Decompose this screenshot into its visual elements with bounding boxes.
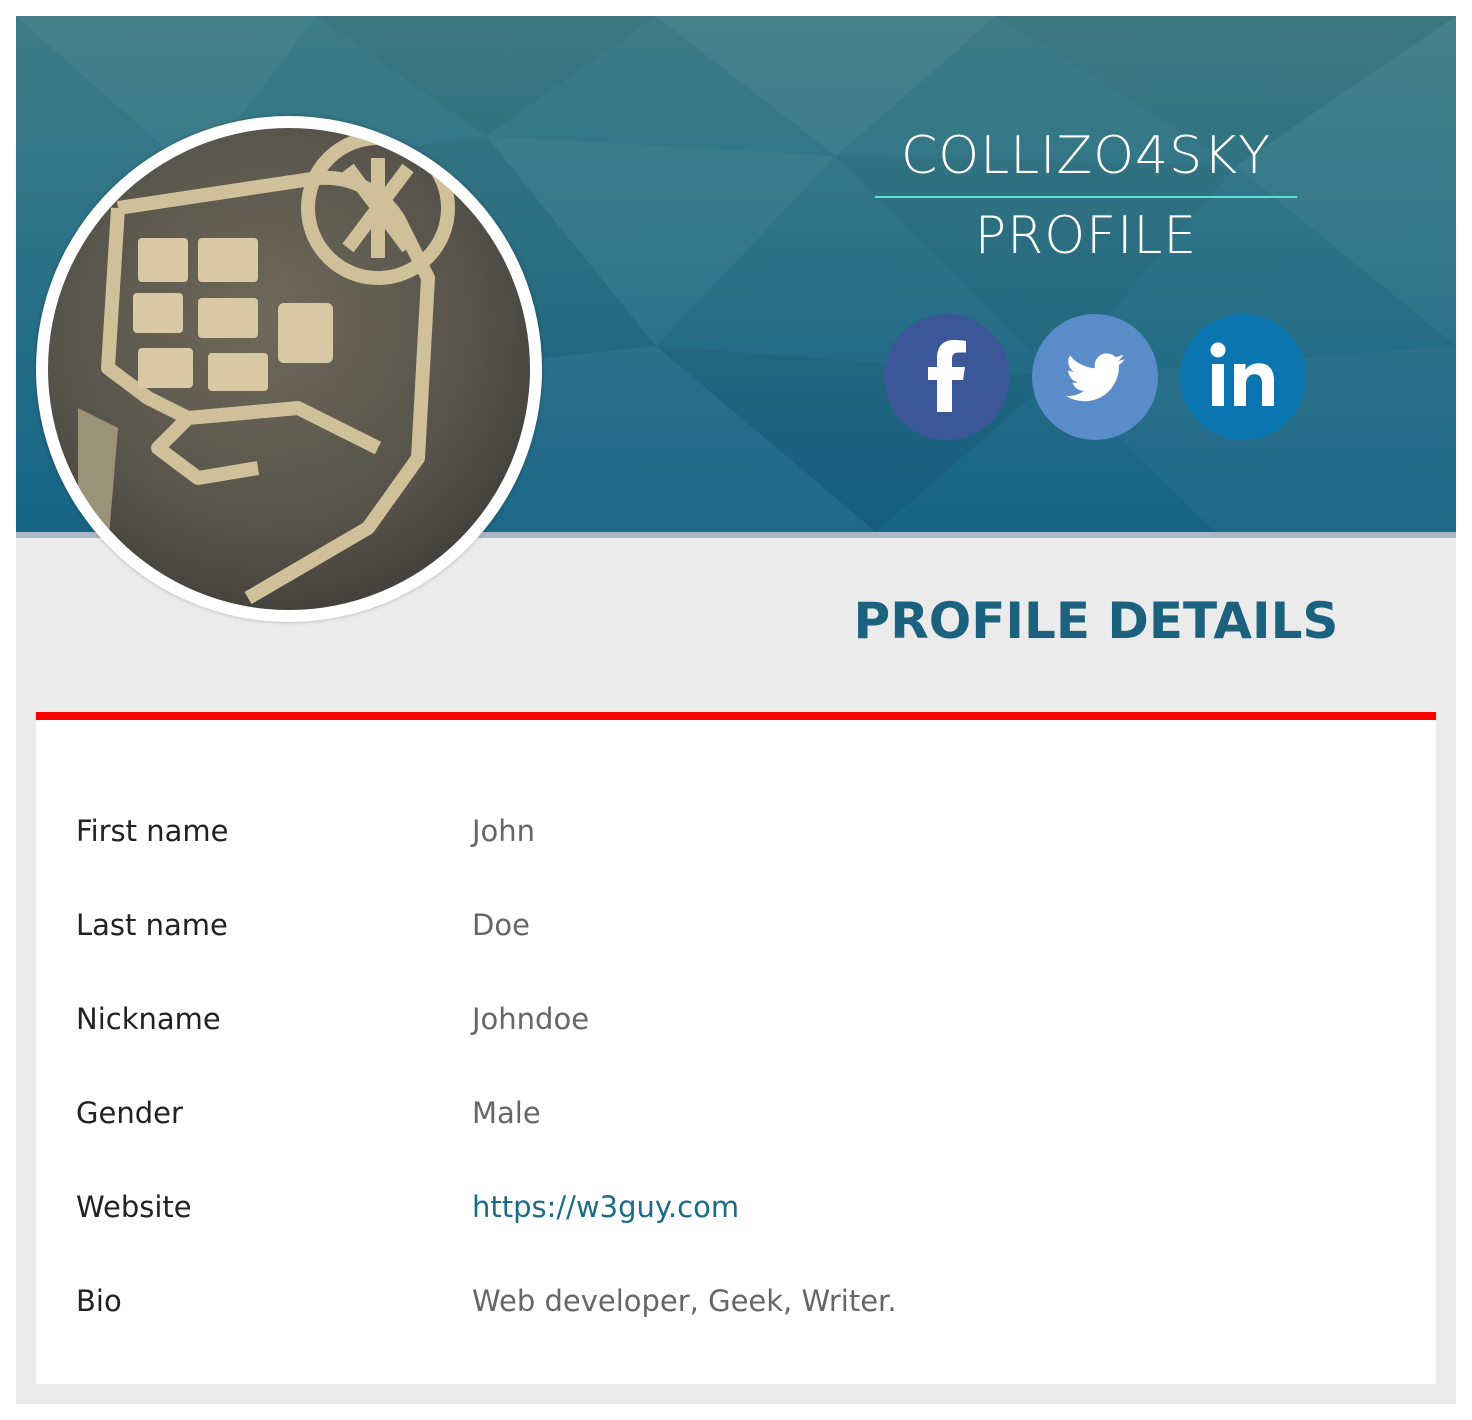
detail-row-bio: Bio Web developer, Geek, Writer. — [76, 1284, 1376, 1334]
linkedin-icon — [1210, 342, 1274, 406]
detail-value: John — [472, 814, 536, 848]
detail-value: Male — [472, 1096, 541, 1130]
profile-details-panel: First name John Last name Doe Nickname J… — [36, 712, 1436, 1384]
title-divider — [875, 196, 1297, 198]
detail-label: First name — [76, 814, 229, 848]
detail-label: Bio — [76, 1284, 122, 1318]
detail-row-last-name: Last name Doe — [76, 908, 1376, 958]
profile-photo — [48, 128, 530, 610]
twitter-icon — [1065, 353, 1125, 402]
profile-title-username: COLLIZO4SKY — [900, 126, 1272, 186]
facebook-icon — [928, 340, 966, 412]
profile-title: COLLIZO4SKY PROFILE — [856, 124, 1316, 268]
detail-value: Web developer, Geek, Writer. — [472, 1284, 897, 1318]
detail-label: Last name — [76, 908, 228, 942]
twitter-button[interactable] — [1032, 314, 1158, 440]
profile-title-suffix: PROFILE — [974, 206, 1198, 266]
detail-value: Doe — [472, 908, 530, 942]
linkedin-button[interactable] — [1180, 314, 1306, 440]
detail-label: Nickname — [76, 1002, 221, 1036]
avatar[interactable] — [36, 116, 542, 622]
profile-details-heading: PROFILE DETAILS — [853, 592, 1339, 650]
detail-row-website: Website https://w3guy.com — [76, 1190, 1376, 1240]
detail-row-gender: Gender Male — [76, 1096, 1376, 1146]
facebook-button[interactable] — [884, 314, 1010, 440]
detail-label: Gender — [76, 1096, 183, 1130]
detail-row-nickname: Nickname Johndoe — [76, 1002, 1376, 1052]
detail-label: Website — [76, 1190, 192, 1224]
detail-value: Johndoe — [472, 1002, 590, 1036]
detail-row-first-name: First name John — [76, 814, 1376, 864]
website-link[interactable]: https://w3guy.com — [472, 1190, 739, 1224]
profile-card: COLLIZO4SKY PROFILE PROFILE DETAILS Firs… — [16, 16, 1456, 1404]
